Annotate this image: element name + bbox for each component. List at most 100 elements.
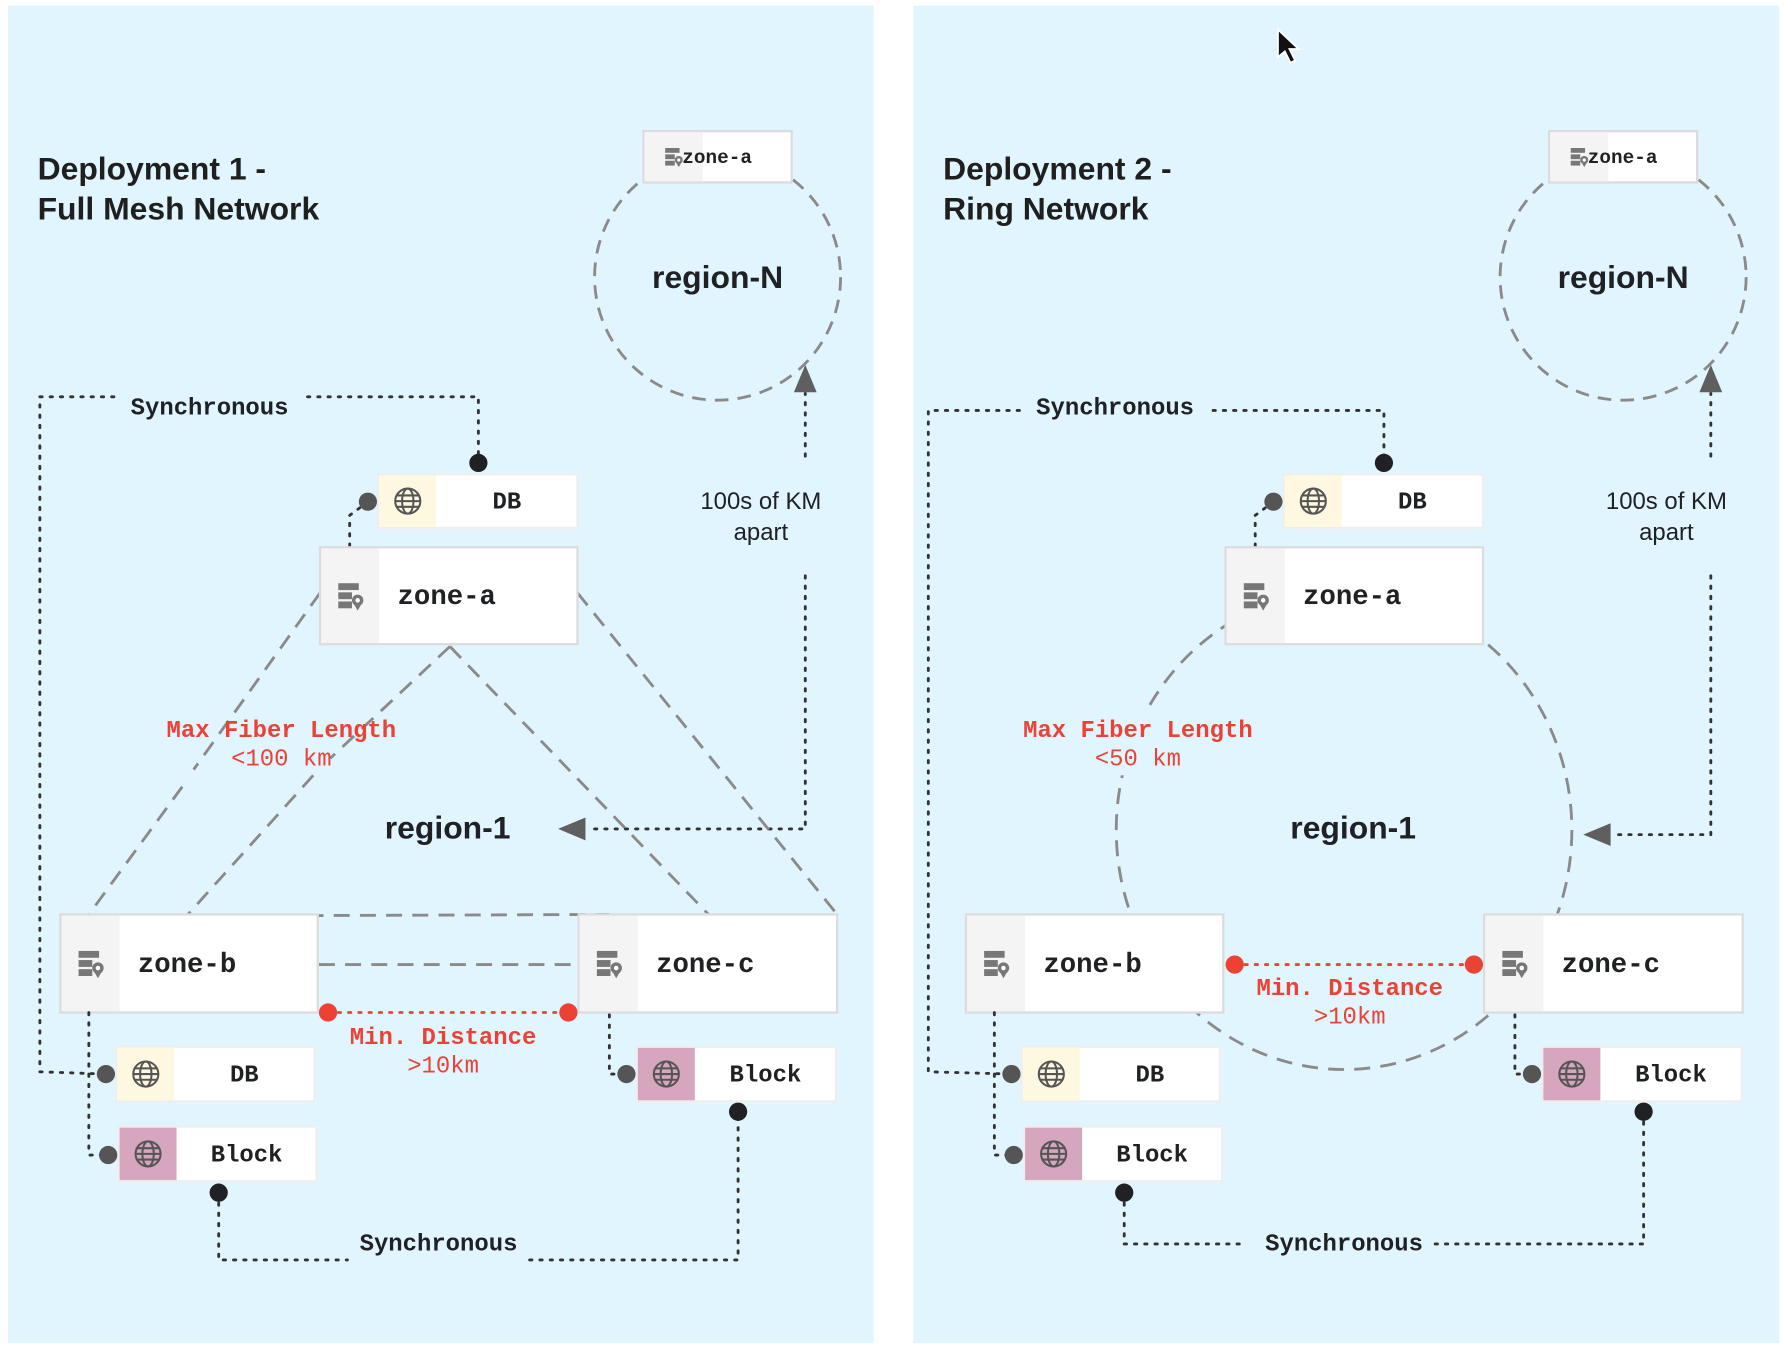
- icon-part: [1260, 598, 1266, 603]
- min-distance-value: >10km: [1314, 1004, 1386, 1031]
- zone-label: zone-a: [682, 147, 752, 169]
- connector-dot: [1374, 453, 1394, 473]
- icon-part: [1243, 601, 1258, 609]
- block-zone-c: Block: [1541, 1045, 1743, 1103]
- icon-part: [665, 160, 675, 166]
- block-zone-b: Block: [1022, 1125, 1224, 1183]
- remote-zone-a: zone-a: [642, 129, 793, 184]
- icon-part: [596, 969, 611, 977]
- distance-label-line2: apart: [1639, 519, 1694, 546]
- distance-label-line2: apart: [734, 519, 789, 546]
- max-fiber-length-label: Max Fiber Length: [167, 718, 397, 745]
- zone-b-box: zone-b: [964, 913, 1225, 1014]
- zone-c-box: zone-c: [577, 913, 839, 1014]
- connector-dot: [1522, 1064, 1542, 1084]
- panel-title-line2: Ring Network: [943, 190, 1149, 226]
- connector-dot: [96, 1064, 116, 1084]
- icon-part: [596, 950, 618, 958]
- distance-label-line1: 100s of KM: [1606, 488, 1727, 515]
- remote-zone-a: zone-a: [1547, 129, 1699, 184]
- max-fiber-length-label: Max Fiber Length: [1023, 718, 1253, 745]
- icon-part: [613, 965, 619, 971]
- zone-a-box: zone-a: [318, 546, 579, 646]
- zone-label: zone-a: [1588, 147, 1658, 169]
- db-zone-a: DB: [377, 473, 579, 530]
- remote-region-label: region-N: [652, 259, 783, 295]
- max-fiber-length-value: <50 km: [1095, 747, 1181, 774]
- icon-part: [1570, 154, 1581, 160]
- zone-c-box: zone-c: [1483, 913, 1744, 1014]
- icon-part: [665, 147, 680, 153]
- icon-part: [78, 950, 100, 958]
- icon-part: [338, 583, 359, 591]
- service-label: Block: [211, 1142, 283, 1169]
- icon-part: [78, 969, 93, 977]
- icon-part: [355, 598, 360, 603]
- icon-part: [1582, 158, 1586, 162]
- connector-dot: [617, 1064, 636, 1084]
- sync-label-top: Synchronous: [1036, 396, 1194, 423]
- service-label: DB: [230, 1063, 259, 1090]
- connector-dot: [358, 492, 378, 511]
- min-distance-label: Min. Distance: [350, 1025, 537, 1052]
- min-distance-dot: [1464, 955, 1484, 974]
- db-zone-b: DB: [1020, 1045, 1222, 1103]
- icon-part: [1001, 965, 1006, 971]
- service-label: Block: [1116, 1142, 1188, 1169]
- max-fiber-length-value: <100 km: [231, 747, 331, 774]
- connector-dot: [1115, 1183, 1134, 1202]
- connector-dot: [1264, 492, 1283, 511]
- min-distance-value: >10km: [407, 1053, 479, 1080]
- zone-label: zone-a: [1303, 582, 1401, 613]
- panel-title-line1: Deployment 1 -: [38, 150, 266, 186]
- zone-a-box: zone-a: [1224, 546, 1485, 646]
- connector-dot: [1004, 1145, 1023, 1165]
- icon-part: [1502, 960, 1517, 967]
- min-distance-label: Min. Distance: [1256, 976, 1443, 1003]
- icon-part: [78, 960, 93, 967]
- connector-dot: [469, 453, 488, 473]
- min-distance-dot: [318, 1003, 338, 1022]
- zone-label: zone-c: [1562, 950, 1660, 981]
- min-distance-dot: [1225, 955, 1244, 974]
- deployment-diagram: Deployment 1 - Full Mesh Network region-N z…: [7, 5, 1780, 1344]
- db-zone-b: DB: [115, 1045, 316, 1103]
- region-label: region-1: [385, 809, 511, 845]
- region-label: region-1: [1290, 809, 1416, 845]
- remote-region-label: region-N: [1558, 259, 1689, 295]
- block-zone-c: Block: [635, 1045, 838, 1103]
- icon-part: [665, 154, 675, 160]
- icon-part: [1243, 592, 1258, 600]
- icon-part: [1570, 147, 1586, 153]
- distance-label-line1: 100s of KM: [700, 488, 821, 515]
- connector-dot: [728, 1102, 748, 1121]
- connector-dot: [99, 1145, 118, 1165]
- panel-title-line2: Full Mesh Network: [38, 190, 320, 226]
- service-label: DB: [1135, 1063, 1164, 1090]
- block-zone-b: Block: [117, 1125, 318, 1183]
- icon-part: [1502, 950, 1523, 958]
- panel-title-line1: Deployment 2 -: [943, 150, 1171, 186]
- sync-label-top: Synchronous: [131, 396, 289, 423]
- service-label: Block: [1635, 1063, 1707, 1090]
- connector-dot: [209, 1183, 228, 1202]
- zone-label: zone-a: [398, 582, 496, 613]
- icon-part: [1243, 583, 1265, 591]
- panel-full-mesh: Deployment 1 - Full Mesh Network region-N z…: [7, 5, 874, 1344]
- icon-part: [338, 592, 352, 600]
- zone-label: zone-c: [656, 950, 754, 981]
- icon-part: [677, 158, 681, 162]
- db-zone-a: DB: [1282, 473, 1485, 530]
- icon-part: [984, 950, 1005, 958]
- icon-part: [596, 960, 611, 967]
- min-distance-dot: [559, 1003, 578, 1022]
- icon-part: [984, 969, 998, 977]
- zone-label: zone-b: [138, 950, 236, 981]
- sync-label-bottom: Synchronous: [360, 1231, 518, 1258]
- icon-part: [984, 960, 998, 967]
- zone-label: zone-b: [1043, 950, 1141, 981]
- sync-label-bottom: Synchronous: [1265, 1231, 1423, 1258]
- icon-part: [95, 965, 101, 971]
- icon-part: [338, 601, 352, 609]
- connector-dot: [1002, 1064, 1021, 1084]
